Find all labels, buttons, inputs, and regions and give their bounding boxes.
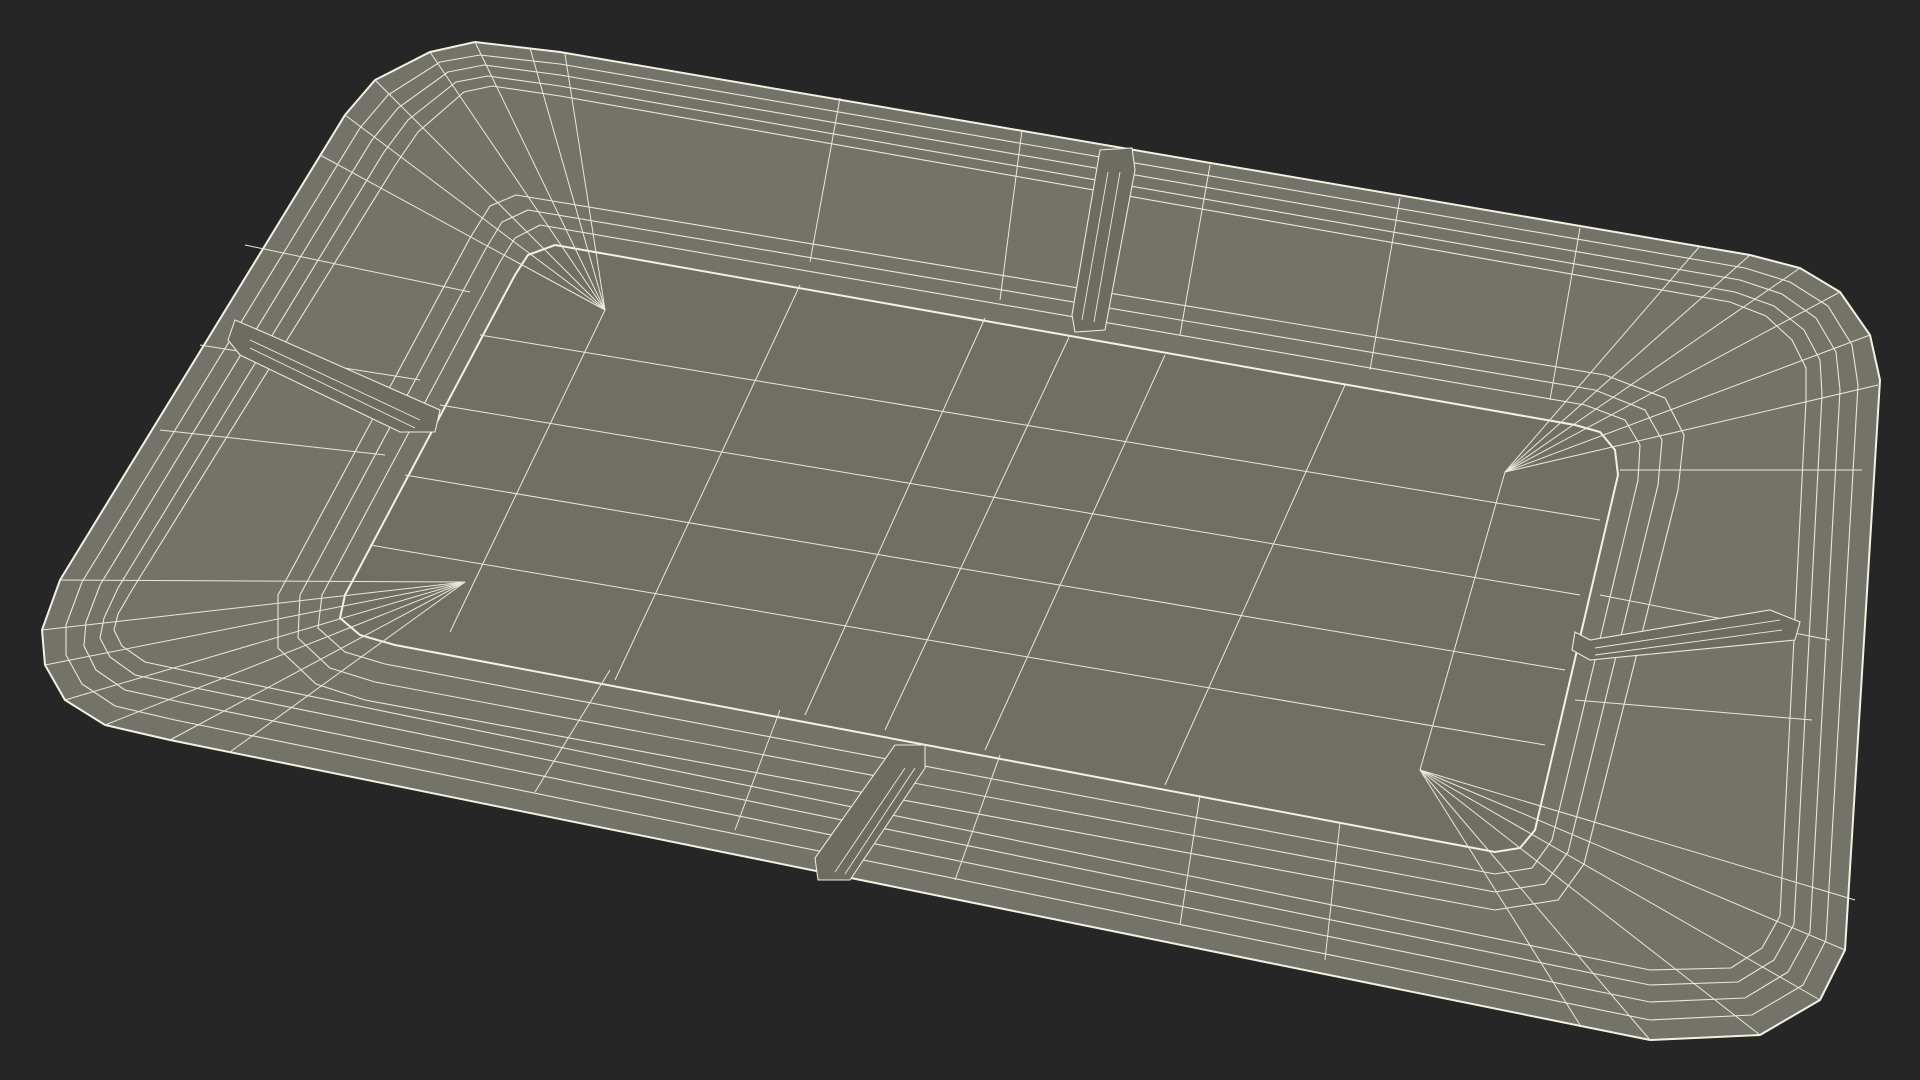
viewport bbox=[0, 0, 1920, 1080]
tray-wireframe-render bbox=[0, 0, 1920, 1080]
